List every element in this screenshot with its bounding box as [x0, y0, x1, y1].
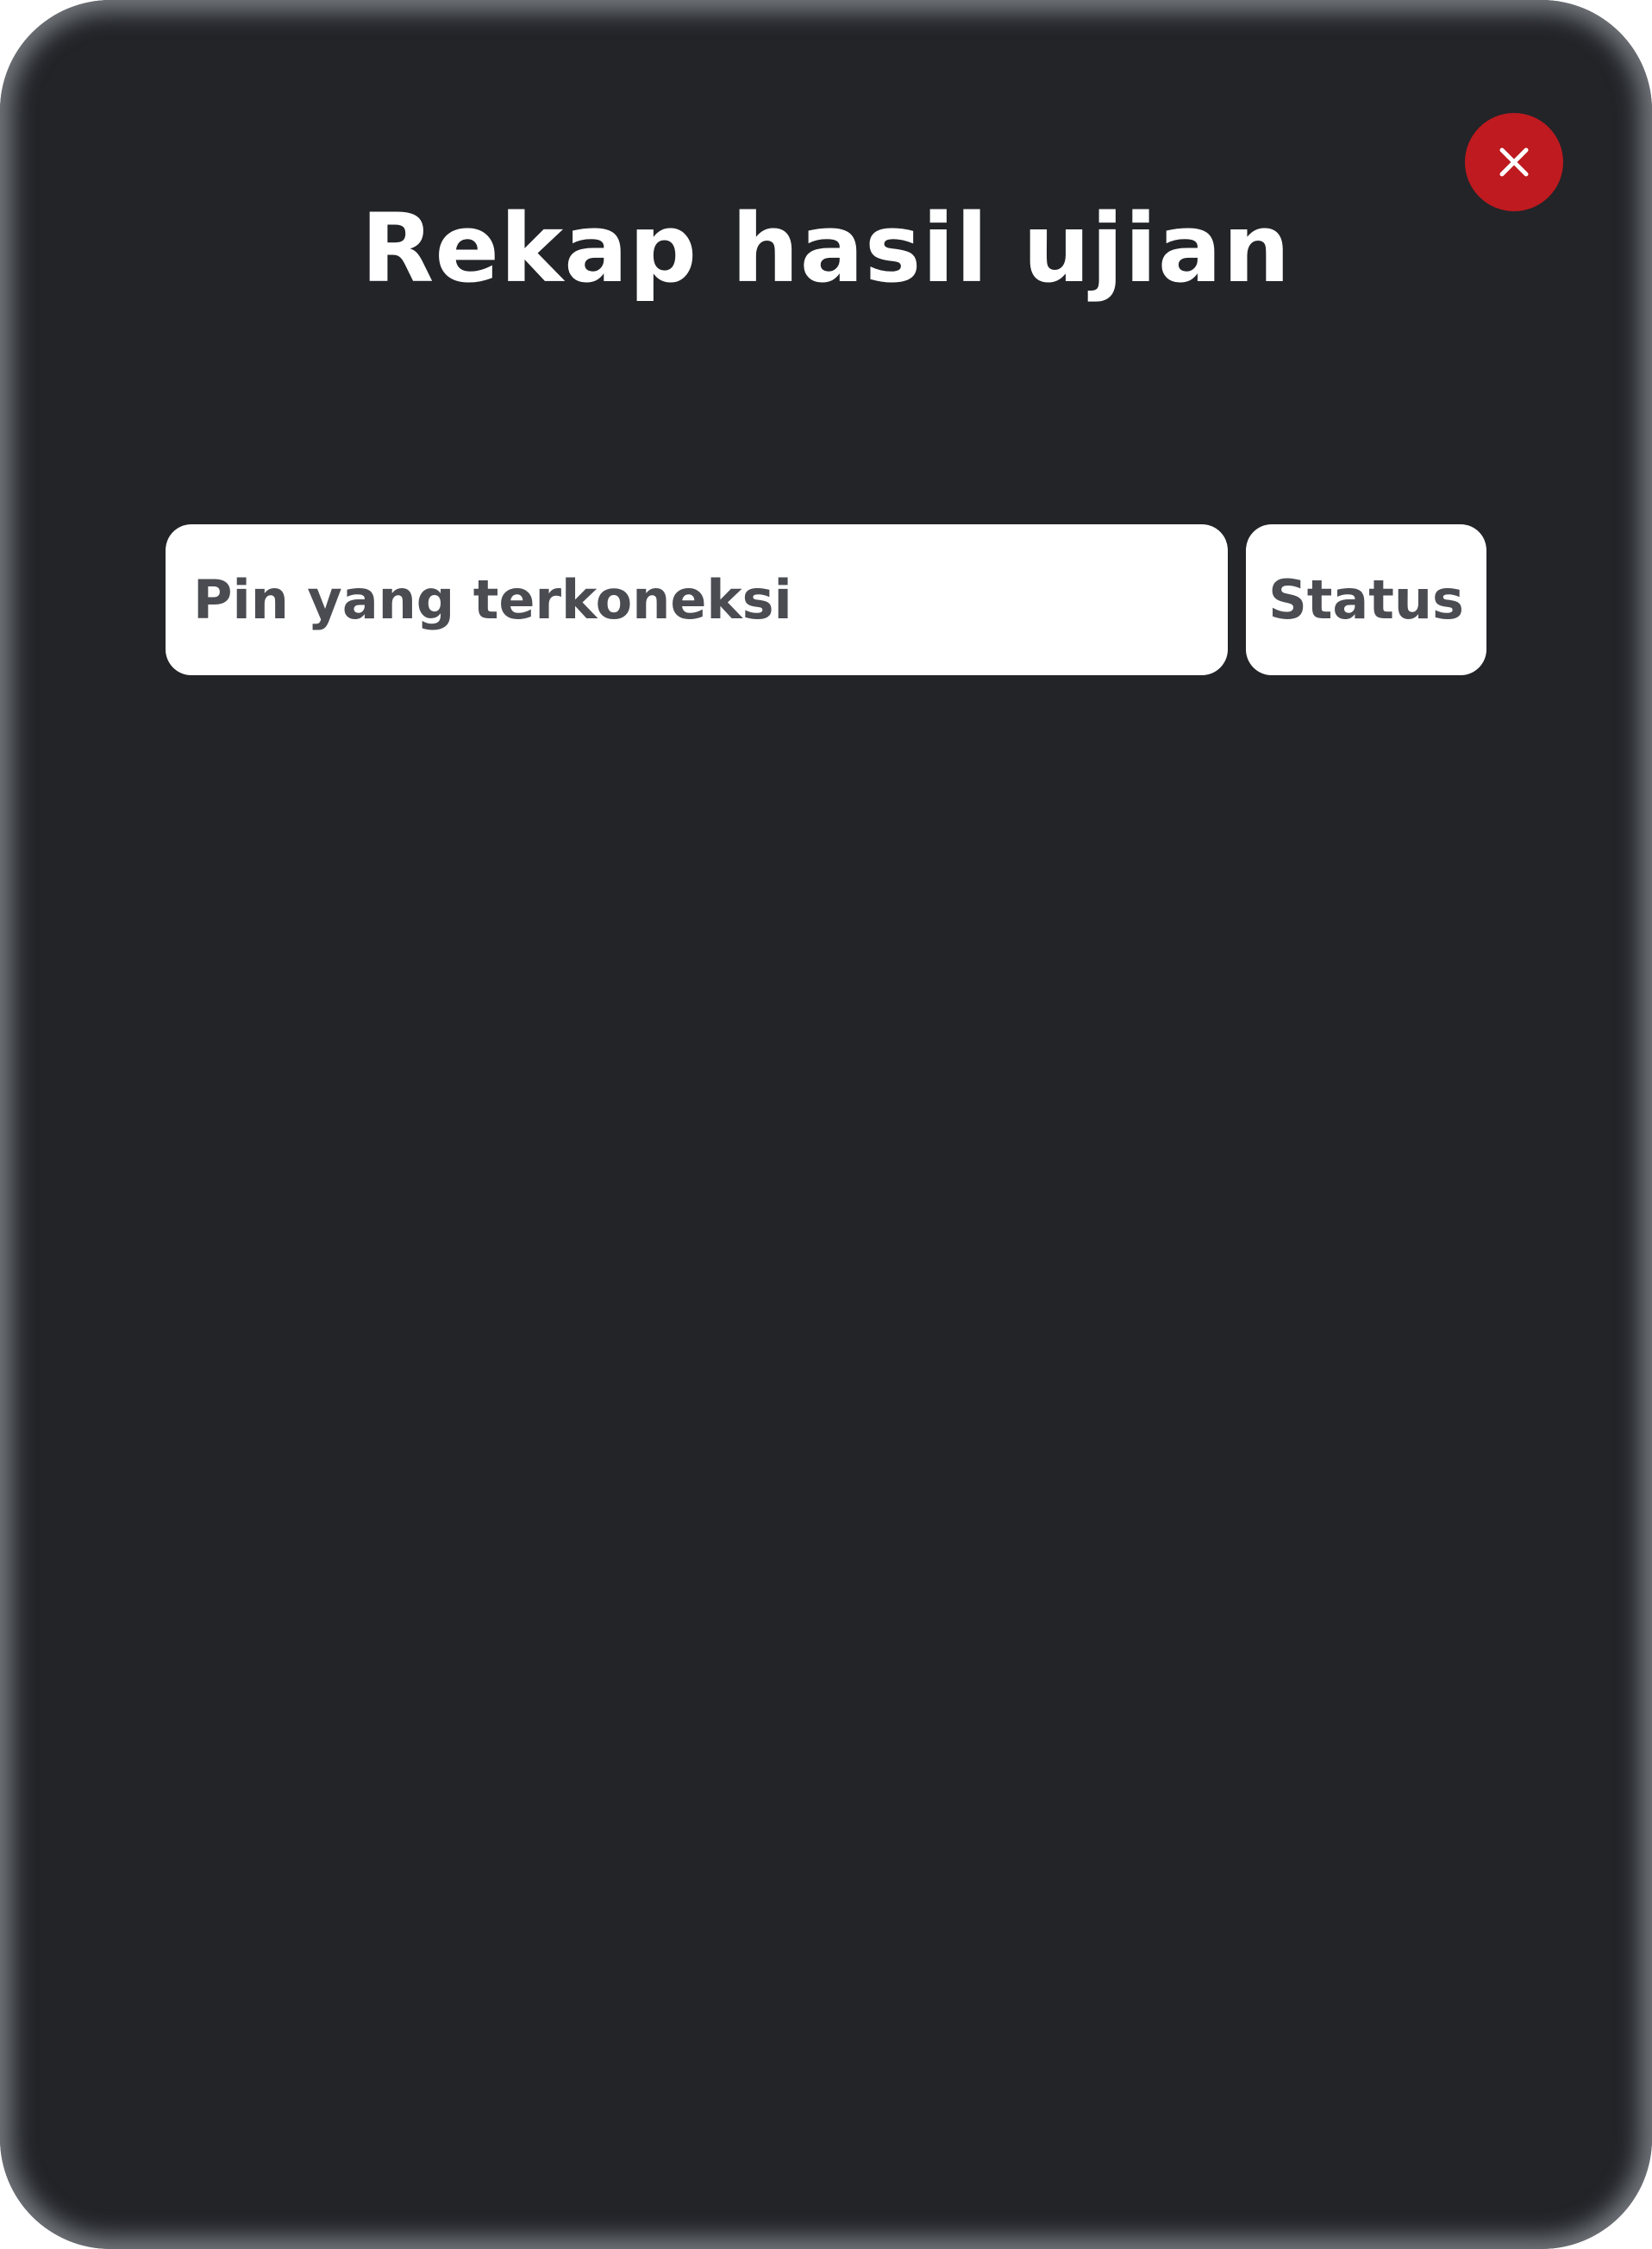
results-modal: Rekap hasil ujian Pin yang terkoneksi St… [0, 0, 1652, 2249]
close-icon [1499, 147, 1529, 177]
results-list [166, 699, 1486, 2164]
connected-pin-header: Pin yang terkoneksi [166, 524, 1228, 675]
status-header: Status [1246, 524, 1486, 675]
modal-title: Rekap hasil ujian [360, 193, 1292, 304]
